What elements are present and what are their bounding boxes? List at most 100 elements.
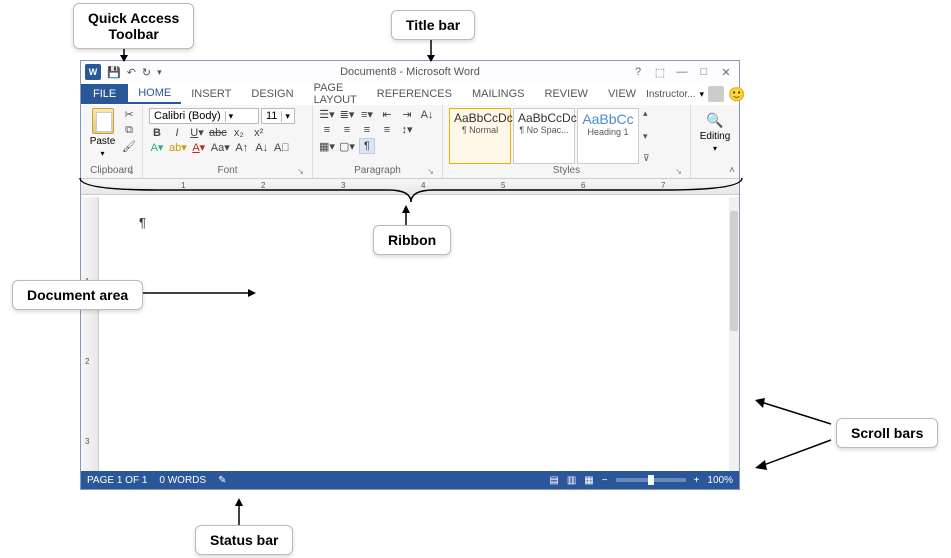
align-center-button[interactable]: ≡ xyxy=(339,124,355,136)
print-layout-icon[interactable]: ▥ xyxy=(567,475,576,486)
justify-button[interactable]: ≡ xyxy=(379,124,395,136)
shrink-font-button[interactable]: A↓ xyxy=(254,142,270,154)
chevron-down-icon: ▾ xyxy=(281,111,293,122)
word-count[interactable]: 0 WORDS xyxy=(159,475,206,486)
multilevel-button[interactable]: ≡▾ xyxy=(359,108,375,121)
proofing-icon[interactable]: ✎ xyxy=(218,475,226,486)
annotation-qat: Quick Access Toolbar xyxy=(73,3,194,49)
cut-icon[interactable]: ✂ xyxy=(122,108,136,122)
group-styles: AaBbCcDc¶ Normal AaBbCcDc¶ No Spac... Aa… xyxy=(443,105,691,178)
word-window: W 💾 ↶ ↻ ▾ Document8 - Microsoft Word ? ⬚… xyxy=(80,60,740,490)
annotation-titlebar: Title bar xyxy=(391,10,475,40)
align-right-button[interactable]: ≡ xyxy=(359,124,375,136)
page-indicator[interactable]: PAGE 1 OF 1 xyxy=(87,475,147,486)
vertical-ruler[interactable]: 1 2 3 xyxy=(81,197,99,471)
style-normal[interactable]: AaBbCcDc¶ Normal xyxy=(449,108,511,164)
save-icon[interactable]: 💾 xyxy=(107,66,121,79)
ribbon-tabs: FILE HOME INSERT DESIGN PAGE LAYOUT REFE… xyxy=(81,83,739,105)
slider-knob[interactable] xyxy=(648,475,654,485)
sort-button[interactable]: A↓ xyxy=(419,109,435,121)
maximize-icon[interactable]: □ xyxy=(695,66,713,78)
inc-indent-button[interactable]: ⇥ xyxy=(399,108,415,121)
smiley-icon[interactable]: 🙂 xyxy=(728,86,745,103)
style-heading1[interactable]: AaBbCcHeading 1 xyxy=(577,108,639,164)
bullets-button[interactable]: ☰▾ xyxy=(319,108,335,121)
italic-button[interactable]: I xyxy=(169,127,185,139)
help-icon[interactable]: ? xyxy=(629,66,647,78)
line-spacing-button[interactable]: ↕▾ xyxy=(399,123,415,136)
clear-format-button[interactable]: A⃠ xyxy=(274,142,290,154)
styles-scroll-down-icon[interactable]: ▾ xyxy=(643,131,650,142)
zoom-slider[interactable] xyxy=(616,478,686,482)
tab-design[interactable]: DESIGN xyxy=(241,85,303,103)
user-dropdown-icon[interactable]: ▾ xyxy=(700,89,705,100)
format-painter-icon[interactable]: 🖌 xyxy=(122,140,136,154)
styles-scroll-up-icon[interactable]: ▴ xyxy=(643,108,650,119)
tab-insert[interactable]: INSERT xyxy=(181,85,241,103)
qat-dropdown-icon[interactable]: ▾ xyxy=(157,67,162,78)
redo-icon[interactable]: ↻ xyxy=(142,66,151,79)
subscript-button[interactable]: x₂ xyxy=(231,127,247,139)
word-logo-icon: W xyxy=(85,64,101,80)
align-left-button[interactable]: ≡ xyxy=(319,124,335,136)
copy-icon[interactable]: ⧉ xyxy=(122,124,136,138)
web-layout-icon[interactable]: ▦ xyxy=(584,475,593,486)
tab-view[interactable]: VIEW xyxy=(598,85,646,103)
font-launcher-icon[interactable]: ↘ xyxy=(297,167,304,176)
numbering-button[interactable]: ≣▾ xyxy=(339,108,355,121)
paste-button[interactable]: Paste ▾ xyxy=(87,108,118,164)
tab-review[interactable]: REVIEW xyxy=(535,85,598,103)
borders-button[interactable]: ▢▾ xyxy=(339,140,355,153)
shading-button[interactable]: ▦▾ xyxy=(319,140,335,153)
styles-more-icon[interactable]: ⊽ xyxy=(643,153,650,164)
style-nospacing[interactable]: AaBbCcDc¶ No Spac... xyxy=(513,108,575,164)
tab-file[interactable]: FILE xyxy=(81,84,128,104)
read-mode-icon[interactable]: ▤ xyxy=(549,475,558,486)
paragraph-mark-icon: ¶ xyxy=(139,215,146,230)
strike-button[interactable]: abc xyxy=(209,127,227,139)
collapse-ribbon-icon[interactable]: ˄ xyxy=(729,165,735,176)
styles-launcher-icon[interactable]: ↘ xyxy=(675,167,682,176)
zoom-in-icon[interactable]: + xyxy=(694,475,700,486)
underline-button[interactable]: U▾ xyxy=(189,126,205,139)
paste-dropdown-icon[interactable]: ▾ xyxy=(100,149,104,158)
annotation-docarea: Document area xyxy=(12,280,143,310)
annotation-scroll: Scroll bars xyxy=(836,418,938,448)
undo-icon[interactable]: ↶ xyxy=(127,66,136,79)
zoom-out-icon[interactable]: − xyxy=(602,475,608,486)
paste-label: Paste xyxy=(90,136,116,147)
ribbon-display-icon[interactable]: ⬚ xyxy=(651,66,669,79)
font-color-button[interactable]: A▾ xyxy=(191,141,207,154)
paragraph-launcher-icon[interactable]: ↘ xyxy=(427,167,434,176)
minimize-icon[interactable]: — xyxy=(673,66,691,78)
annotation-status: Status bar xyxy=(195,525,293,555)
clipboard-launcher-icon[interactable]: ↘ xyxy=(127,167,134,176)
close-icon[interactable]: ✕ xyxy=(717,66,735,79)
chevron-down-icon: ▾ xyxy=(225,111,237,122)
scrollbar-thumb[interactable] xyxy=(730,211,738,331)
font-size-combo[interactable]: 11▾ xyxy=(261,108,295,124)
tab-home[interactable]: HOME xyxy=(128,84,181,104)
font-name-combo[interactable]: Calibri (Body)▾ xyxy=(149,108,259,124)
bold-button[interactable]: B xyxy=(149,127,165,139)
tab-references[interactable]: REFERENCES xyxy=(367,85,462,103)
dec-indent-button[interactable]: ⇤ xyxy=(379,108,395,121)
change-case-button[interactable]: Aa▾ xyxy=(211,141,230,154)
find-icon[interactable]: 🔍 xyxy=(706,112,723,129)
title-text: Document8 - Microsoft Word xyxy=(340,66,480,78)
paste-icon xyxy=(92,108,114,134)
avatar-icon[interactable] xyxy=(708,86,724,102)
group-font: Calibri (Body)▾ 11▾ B I U▾ abc x₂ x² A▾ … xyxy=(143,105,313,178)
zoom-level[interactable]: 100% xyxy=(707,475,733,486)
grow-font-button[interactable]: A↑ xyxy=(234,142,250,154)
editing-dropdown-icon[interactable]: ▾ xyxy=(713,144,717,153)
text-effects-button[interactable]: A▾ xyxy=(149,141,165,154)
vertical-scrollbar[interactable] xyxy=(729,197,739,471)
quick-access-toolbar: W 💾 ↶ ↻ ▾ xyxy=(81,64,162,80)
editing-label: Editing xyxy=(700,131,731,142)
show-marks-button[interactable]: ¶ xyxy=(359,138,375,154)
tab-mailings[interactable]: MAILINGS xyxy=(462,85,535,103)
superscript-button[interactable]: x² xyxy=(251,127,267,139)
highlight-button[interactable]: ab▾ xyxy=(169,141,187,154)
user-name[interactable]: Instructor... xyxy=(646,89,695,100)
